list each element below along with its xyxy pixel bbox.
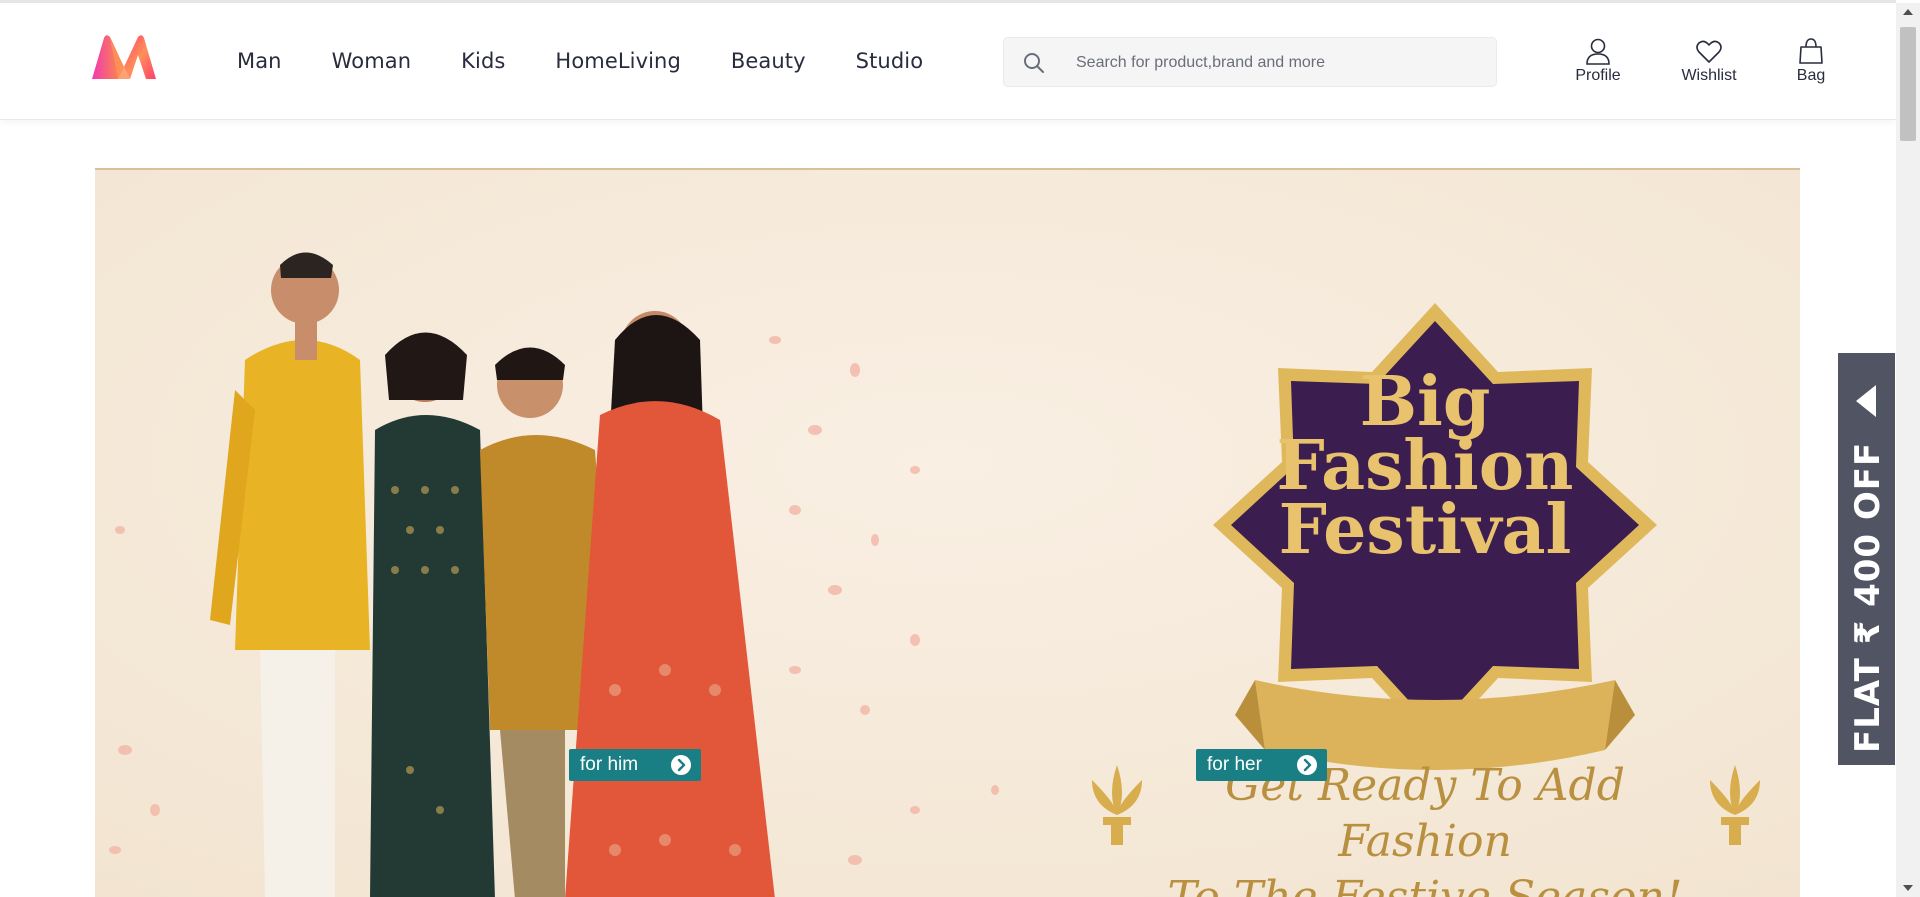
profile-button[interactable]: Profile xyxy=(1553,37,1643,85)
festival-date: 3rd-10th OCT xyxy=(1295,605,1575,643)
nav-item-homeliving[interactable]: HomeLiving xyxy=(555,49,680,73)
scroll-down-arrow-icon[interactable] xyxy=(1896,879,1920,897)
date-start-sup: rd xyxy=(1353,608,1374,628)
bag-label: Bag xyxy=(1796,67,1826,84)
wishlist-label: Wishlist xyxy=(1681,67,1737,84)
main-nav: Man Woman Kids HomeLiving Beauty Studio xyxy=(237,3,973,119)
heart-icon xyxy=(1696,40,1722,63)
for-him-label: for him xyxy=(580,754,639,775)
shop-for-him-button[interactable]: for him xyxy=(569,749,701,781)
date-start: 3 xyxy=(1331,605,1354,643)
date-sep: -10 xyxy=(1373,605,1432,643)
chevron-right-circle-icon xyxy=(671,755,691,775)
date-end-sup: th xyxy=(1431,608,1451,628)
nav-item-beauty[interactable]: Beauty xyxy=(731,49,806,73)
hero-banner[interactable]: Big Fashion Festival 3rd-10th OCT Get Re… xyxy=(95,168,1800,897)
profile-label: Profile xyxy=(1575,67,1621,84)
bag-icon xyxy=(1799,38,1823,64)
scrollbar-thumb[interactable] xyxy=(1900,27,1916,141)
for-her-label: for her xyxy=(1207,754,1262,775)
tagline-line-2: To The Festive Season! xyxy=(1135,870,1715,897)
date-month: OCT xyxy=(1450,605,1539,643)
search-input[interactable] xyxy=(1074,38,1478,88)
nav-item-man[interactable]: Man xyxy=(237,49,282,73)
scroll-up-arrow-icon[interactable] xyxy=(1896,3,1920,21)
myntra-logo[interactable] xyxy=(88,33,160,83)
nav-item-kids[interactable]: Kids xyxy=(461,49,505,73)
page: Man Woman Kids HomeLiving Beauty Studio … xyxy=(0,0,1920,897)
flat-offer-tab[interactable]: FLAT ₹ 400 OFF xyxy=(1838,353,1895,765)
chevron-right-circle-icon xyxy=(1297,755,1317,775)
nav-item-woman[interactable]: Woman xyxy=(332,49,412,73)
festival-title-line-2: Fashion xyxy=(1276,426,1574,506)
festival-title: Big Fashion Festival xyxy=(1260,362,1590,570)
search-icon[interactable] xyxy=(1022,51,1046,75)
bag-button[interactable]: Bag xyxy=(1766,37,1856,85)
search-bar xyxy=(1003,37,1497,88)
nav-item-studio[interactable]: Studio xyxy=(856,49,924,73)
profile-icon xyxy=(1586,38,1610,65)
page-scrollbar[interactable] xyxy=(1896,3,1920,897)
wishlist-button[interactable]: Wishlist xyxy=(1664,37,1754,85)
triangle-left-icon[interactable] xyxy=(1852,383,1880,419)
festival-title-line-1: Big xyxy=(1359,362,1491,442)
offer-label: FLAT ₹ 400 OFF xyxy=(1848,441,1888,753)
shop-for-her-button[interactable]: for her xyxy=(1196,749,1327,781)
site-header: Man Woman Kids HomeLiving Beauty Studio … xyxy=(0,3,1896,120)
festival-title-line-3: Festival xyxy=(1278,490,1572,570)
